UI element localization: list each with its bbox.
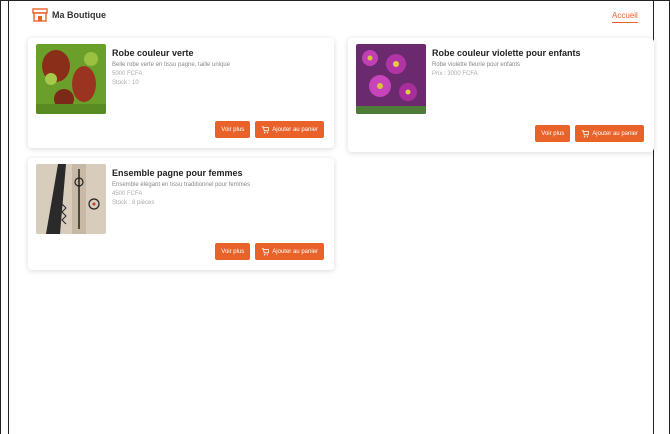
details-button[interactable]: Voir plus: [215, 121, 251, 138]
site-logo[interactable]: Ma Boutique: [32, 8, 106, 22]
nav-home-link[interactable]: Accueil: [612, 11, 638, 23]
logo-text: Ma Boutique: [52, 10, 106, 20]
frame-left-border: [0, 0, 1, 434]
product-card: Ensemble pagne pour femmes Ensemble élég…: [28, 158, 334, 270]
cart-icon: [262, 125, 270, 134]
product-title: Robe couleur violette pour enfants: [432, 48, 581, 58]
add-to-cart-label: Ajouter au panier: [592, 130, 638, 137]
product-card: Robe couleur violette pour enfants Robe …: [348, 38, 654, 152]
product-description: Ensemble élégant en tissu traditionnel p…: [112, 182, 251, 188]
product-title: Robe couleur verte: [112, 48, 194, 58]
frame-top-border: [0, 0, 670, 1]
store-icon: [32, 8, 48, 22]
details-button[interactable]: Voir plus: [535, 125, 571, 142]
details-button-label: Voir plus: [221, 248, 245, 255]
product-image: [36, 44, 106, 114]
purple-dress-image: [356, 44, 426, 114]
product-card: Robe couleur verte Belle robe verte en t…: [28, 38, 334, 148]
pattern-outfit-image: [36, 164, 106, 234]
product-description: Robe violette fleurie pour enfants: [432, 62, 521, 68]
product-stock: Stock : 10: [112, 80, 139, 86]
details-button-label: Voir plus: [541, 130, 565, 137]
cart-icon: [582, 129, 590, 138]
product-title: Ensemble pagne pour femmes: [112, 168, 243, 178]
product-price: Prix : 3000 FCFA: [432, 71, 478, 77]
product-price: 5000 FCFA: [112, 71, 143, 77]
product-image: [356, 44, 426, 114]
product-image: [36, 164, 106, 234]
frame-inner-left-border: [8, 0, 9, 434]
add-to-cart-button[interactable]: Ajouter au panier: [255, 243, 324, 260]
details-button[interactable]: Voir plus: [215, 243, 251, 260]
green-dress-image: [36, 44, 106, 114]
add-to-cart-label: Ajouter au panier: [272, 248, 318, 255]
add-to-cart-button[interactable]: Ajouter au panier: [255, 121, 324, 138]
add-to-cart-button[interactable]: Ajouter au panier: [575, 125, 644, 142]
cart-icon: [262, 247, 270, 256]
add-to-cart-label: Ajouter au panier: [272, 126, 318, 133]
product-stock: Stock : 8 pièces: [112, 200, 155, 206]
product-price: 4500 FCFA: [112, 191, 143, 197]
product-description: Belle robe verte en tissu pagne, taille …: [112, 62, 231, 68]
details-button-label: Voir plus: [221, 126, 245, 133]
